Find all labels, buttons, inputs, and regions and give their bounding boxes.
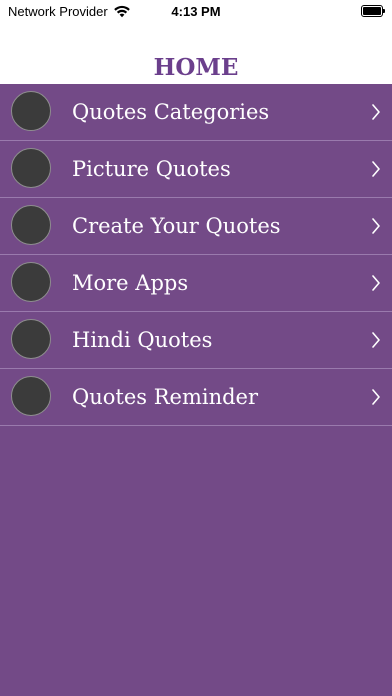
chevron-right-icon: [372, 389, 380, 405]
circle-avatar-icon: [11, 91, 51, 131]
circle-avatar-icon: [11, 148, 51, 188]
menu-item-label: Hindi Quotes: [72, 328, 213, 352]
circle-avatar-icon: [11, 376, 51, 416]
status-bar: Network Provider 4:13 PM: [0, 0, 392, 24]
chevron-right-icon: [372, 161, 380, 177]
clock: 4:13 PM: [171, 4, 221, 19]
menu-item-hindi-quotes[interactable]: Hindi Quotes: [0, 312, 392, 369]
menu-list: Quotes Categories Picture Quotes Create …: [0, 84, 392, 696]
menu-item-picture-quotes[interactable]: Picture Quotes: [0, 141, 392, 198]
header: HOME: [0, 24, 392, 84]
chevron-right-icon: [372, 275, 380, 291]
menu-item-quotes-categories[interactable]: Quotes Categories: [0, 84, 392, 141]
menu-item-quotes-reminder[interactable]: Quotes Reminder: [0, 369, 392, 426]
page-title: HOME: [153, 54, 239, 81]
battery-icon: [361, 5, 385, 17]
menu-item-create-your-quotes[interactable]: Create Your Quotes: [0, 198, 392, 255]
menu-item-label: Quotes Categories: [72, 100, 270, 124]
menu-item-label: Picture Quotes: [72, 157, 231, 181]
circle-avatar-icon: [11, 319, 51, 359]
menu-item-more-apps[interactable]: More Apps: [0, 255, 392, 312]
chevron-right-icon: [372, 218, 380, 234]
circle-avatar-icon: [11, 205, 51, 245]
menu-item-label: Quotes Reminder: [72, 385, 259, 409]
chevron-right-icon: [372, 332, 380, 348]
menu-item-label: Create Your Quotes: [72, 214, 281, 238]
chevron-right-icon: [372, 104, 380, 120]
circle-avatar-icon: [11, 262, 51, 302]
menu-item-label: More Apps: [72, 271, 189, 295]
